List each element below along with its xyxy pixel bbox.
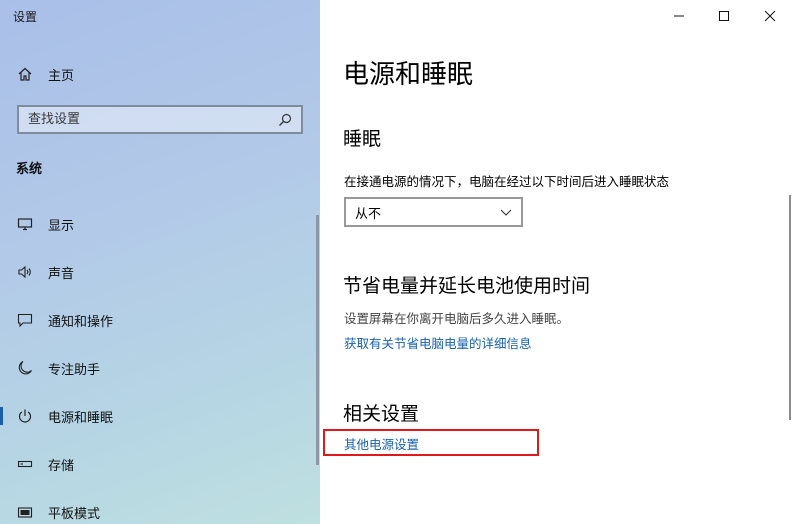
sidebar-item-focus-assist[interactable]: 专注助手 (0, 344, 320, 392)
sidebar-home[interactable]: 主页 (16, 63, 74, 85)
maximize-button[interactable] (712, 4, 736, 28)
dropdown-value: 从不 (355, 206, 382, 222)
maximize-icon (719, 11, 729, 21)
page-title: 电源和睡眠 (343, 60, 474, 90)
battery-description: 设置屏幕在你离开电脑后多久进入睡眠。 (344, 311, 570, 326)
close-icon (764, 10, 776, 22)
sleep-time-dropdown[interactable]: 从不 (344, 197, 523, 227)
sidebar-item-label: 电源和睡眠 (48, 410, 114, 426)
moon-icon (16, 359, 34, 377)
power-icon (16, 407, 34, 425)
sidebar-item-label: 声音 (48, 266, 75, 282)
sidebar-nav: 显示 声音 通知和操作 专注助手 电源和睡眠 存储 平板模式 (0, 200, 320, 524)
sidebar-item-label: 显示 (48, 218, 75, 234)
storage-icon (16, 455, 34, 473)
sidebar-scrollbar[interactable] (316, 215, 319, 465)
battery-info-link[interactable]: 获取有关节省电脑电量的详细信息 (344, 333, 532, 352)
sidebar-item-storage[interactable]: 存储 (0, 440, 320, 488)
monitor-icon (16, 215, 34, 233)
section-label-system: 系统 (16, 162, 43, 177)
sidebar-item-label: 平板模式 (48, 506, 101, 522)
sidebar-item-label: 专注助手 (48, 362, 101, 378)
additional-power-settings-link[interactable]: 其他电源设置 (344, 434, 419, 453)
close-button[interactable] (758, 4, 782, 28)
speaker-icon (16, 263, 34, 281)
app-title: 设置 (13, 10, 38, 24)
battery-heading: 节省电量并延长电池使用时间 (343, 275, 591, 297)
sidebar-item-sound[interactable]: 声音 (0, 248, 320, 296)
sleep-heading: 睡眠 (343, 128, 382, 150)
main-scrollbar[interactable] (789, 195, 791, 420)
notification-icon (16, 311, 34, 329)
main-panel: 电源和睡眠 睡眠 在接通电源的情况下，电脑在经过以下时间后进入睡眠状态 从不 节… (320, 0, 793, 524)
sleep-description: 在接通电源的情况下，电脑在经过以下时间后进入睡眠状态 (344, 174, 670, 189)
sidebar-item-display[interactable]: 显示 (0, 200, 320, 248)
chevron-down-icon (499, 205, 513, 219)
sidebar-item-label: 存储 (48, 458, 75, 474)
search-box[interactable] (17, 105, 303, 134)
sidebar: 设置 主页 系统 显示 声音 通知和操作 (0, 0, 320, 524)
minimize-button[interactable] (667, 4, 691, 28)
tablet-icon (16, 503, 34, 521)
sidebar-item-label: 通知和操作 (48, 314, 114, 330)
sidebar-item-tablet-mode[interactable]: 平板模式 (0, 488, 320, 524)
search-input[interactable] (28, 112, 268, 127)
sidebar-home-label: 主页 (48, 68, 75, 84)
sidebar-item-power-sleep[interactable]: 电源和睡眠 (0, 392, 320, 440)
related-settings-heading: 相关设置 (343, 403, 420, 425)
home-icon (16, 65, 34, 83)
search-icon[interactable] (277, 112, 293, 128)
minimize-icon (674, 15, 684, 17)
sidebar-item-notifications[interactable]: 通知和操作 (0, 296, 320, 344)
